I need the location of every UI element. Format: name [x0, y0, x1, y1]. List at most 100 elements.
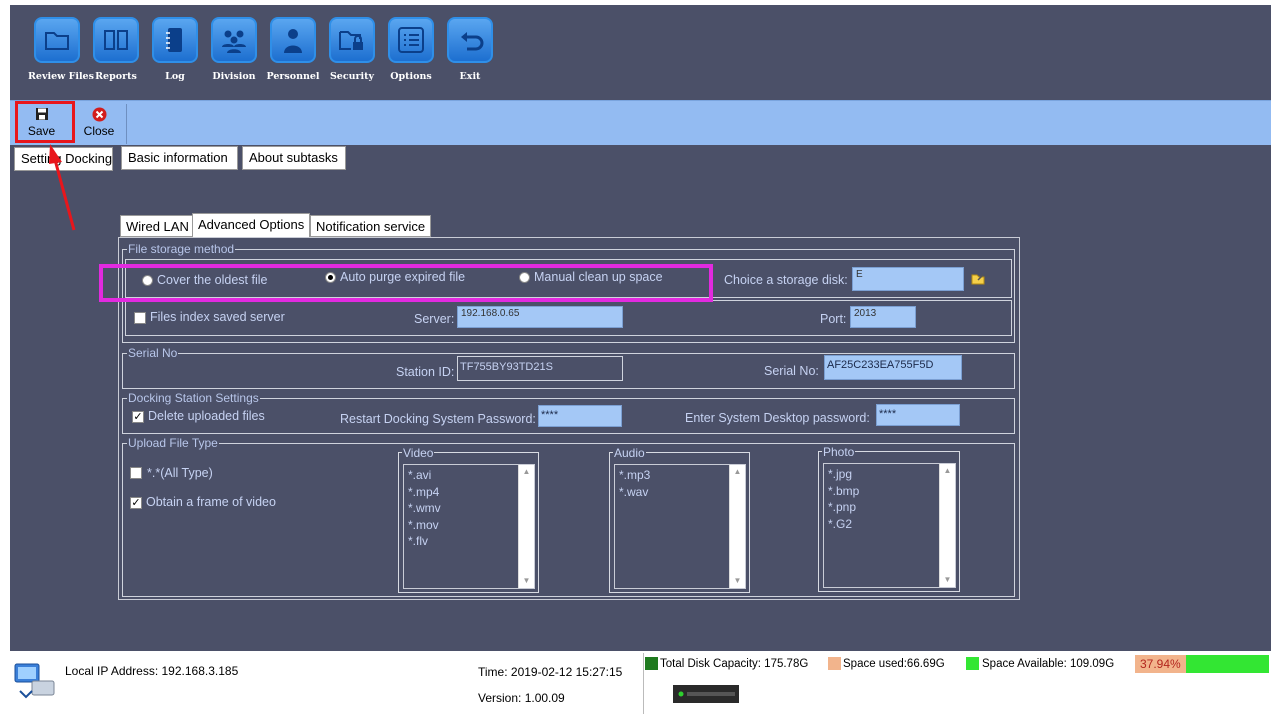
toolbar-label: Exit [459, 71, 481, 82]
storage-disk-label: Choice a storage disk: [724, 273, 848, 287]
list-item[interactable]: *.flv [404, 533, 534, 550]
toolbar-label: Reports [95, 71, 137, 82]
server-field[interactable]: 192.168.0.65 [457, 306, 623, 328]
close-icon [74, 107, 124, 123]
upload-file-type-title: Upload File Type [127, 436, 219, 450]
file-storage-title: File storage method [127, 242, 236, 256]
scroll-up-icon[interactable]: ▲ [519, 465, 534, 479]
tab-notification-service[interactable]: Notification service [310, 215, 432, 237]
video-type-list: Video *.avi *.mp4 *.wmv *.mov *.flv ▲ ▼ [398, 446, 539, 593]
folder-icon [34, 17, 80, 63]
restart-password-label: Restart Docking System Password: [340, 412, 536, 426]
delete-uploaded-checkbox[interactable]: ✓ [132, 411, 144, 423]
return-arrow-icon [447, 17, 493, 63]
space-available: Space Available: 109.09G [982, 658, 1115, 670]
list-item[interactable]: *.bmp [824, 483, 955, 500]
scrollbar[interactable]: ▲ ▼ [939, 464, 955, 587]
list-item[interactable]: *.pnp [824, 499, 955, 516]
photo-title: Photo [822, 445, 856, 459]
obtain-frame-checkbox[interactable]: ✓ [130, 497, 142, 509]
serial-no-field[interactable]: AF25C233EA755F5D [824, 355, 962, 380]
options-button[interactable]: Options [382, 17, 440, 92]
desktop-password-field[interactable]: **** [876, 404, 960, 426]
total-capacity-swatch [645, 657, 658, 670]
scroll-up-icon[interactable]: ▲ [940, 464, 955, 478]
photo-listbox[interactable]: *.jpg *.bmp *.pnp *.G2 ▲ ▼ [823, 463, 956, 588]
security-button[interactable]: Security [323, 17, 381, 92]
audio-title: Audio [613, 446, 646, 460]
storage-disk-field[interactable]: E [852, 267, 964, 291]
reports-button[interactable]: Reports [87, 17, 145, 92]
toolbar-label: Review Files [28, 71, 94, 82]
local-ip-address: Local IP Address: 192.168.3.185 [65, 664, 239, 678]
close-button[interactable]: Close [74, 105, 124, 143]
list-item[interactable]: *.G2 [824, 516, 955, 533]
scrollbar[interactable]: ▲ ▼ [518, 465, 534, 588]
review-files-button[interactable]: Review Files [28, 17, 94, 92]
current-time: Time: 2019-02-12 15:27:15 [478, 665, 623, 679]
station-id-field[interactable]: TF755BY93TD21S [457, 356, 623, 381]
all-type-checkbox[interactable] [130, 467, 142, 479]
exit-button[interactable]: Exit [441, 17, 499, 92]
storage-options-highlight [99, 264, 713, 302]
video-listbox[interactable]: *.avi *.mp4 *.wmv *.mov *.flv ▲ ▼ [403, 464, 535, 589]
list-item[interactable]: *.mp4 [404, 484, 534, 501]
toolbar-label: Security [329, 71, 375, 82]
close-label: Close [83, 124, 115, 138]
list-item[interactable]: *.jpg [824, 466, 955, 483]
division-button[interactable]: Division [205, 17, 263, 92]
space-used: Space used:66.69G [843, 658, 945, 670]
list-item[interactable]: *.mp3 [615, 467, 745, 484]
divider [643, 653, 644, 714]
personnel-button[interactable]: Personnel [264, 17, 322, 92]
delete-uploaded-label: Delete uploaded files [148, 409, 265, 423]
port-label: Port: [820, 312, 847, 326]
usage-percent: 37.94% [1140, 657, 1181, 671]
list-item[interactable]: *.wmv [404, 500, 534, 517]
scrollbar[interactable]: ▲ ▼ [729, 465, 745, 588]
toolbar-label: Division [212, 71, 256, 82]
book-icon [93, 17, 139, 63]
scroll-up-icon[interactable]: ▲ [730, 465, 745, 479]
tab-basic-information[interactable]: Basic information [121, 146, 238, 170]
photo-type-list: Photo *.jpg *.bmp *.pnp *.G2 ▲ ▼ [818, 445, 960, 592]
annotation-arrow [49, 144, 76, 231]
scroll-down-icon[interactable]: ▼ [730, 574, 745, 588]
scroll-down-icon[interactable]: ▼ [519, 574, 534, 588]
server-label: Server: [414, 312, 455, 326]
docking-settings-title: Docking Station Settings [127, 391, 260, 405]
status-bar: Local IP Address: 192.168.3.185 Time: 20… [0, 651, 1280, 714]
list-icon [388, 17, 434, 63]
version: Version: 1.00.09 [478, 691, 565, 705]
folder-lock-icon [329, 17, 375, 63]
save-highlight-box [15, 101, 75, 143]
docking-device-icon [673, 685, 739, 703]
list-item[interactable]: *.avi [404, 467, 534, 484]
browse-folder-icon[interactable] [970, 271, 986, 287]
serial-no-label: Serial No: [764, 364, 819, 378]
serial-title: Serial No [127, 346, 179, 360]
action-bar: Save Close [10, 100, 1271, 145]
scroll-down-icon[interactable]: ▼ [940, 573, 955, 587]
disk-usage-bar: 37.94% [1135, 655, 1269, 673]
notebook-icon [152, 17, 198, 63]
tab-advanced-options[interactable]: Advanced Options [192, 213, 311, 238]
audio-type-list: Audio *.mp3 *.wav ▲ ▼ [609, 446, 750, 593]
port-field[interactable]: 2013 [850, 306, 916, 328]
log-button[interactable]: Log [146, 17, 204, 92]
all-type-label: *.*(All Type) [147, 466, 213, 480]
toolbar-label: Personnel [266, 71, 320, 82]
person-icon [270, 17, 316, 63]
toolbar-label: Log [165, 71, 185, 82]
list-item[interactable]: *.mov [404, 517, 534, 534]
obtain-frame-label: Obtain a frame of video [146, 495, 276, 509]
group-icon [211, 17, 257, 63]
restart-password-field[interactable]: **** [538, 405, 622, 427]
list-item[interactable]: *.wav [615, 484, 745, 501]
audio-listbox[interactable]: *.mp3 *.wav ▲ ▼ [614, 464, 746, 589]
tab-about-subtasks[interactable]: About subtasks [242, 146, 346, 170]
tab-wired-lan[interactable]: Wired LAN [120, 215, 195, 237]
station-id-label: Station ID: [396, 365, 455, 379]
index-server-checkbox[interactable] [134, 312, 146, 324]
toolbar-label: Options [390, 71, 432, 82]
